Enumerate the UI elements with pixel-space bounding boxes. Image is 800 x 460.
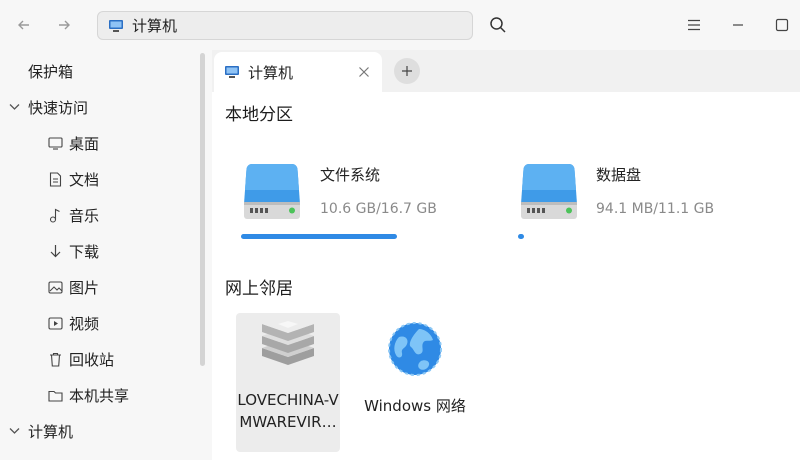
tab-close-button[interactable] <box>356 64 372 80</box>
network-item-server[interactable]: LOVECHINA-V MWAREVIR… <box>236 313 340 452</box>
network-item-label: MWAREVIR… <box>239 413 337 431</box>
address-bar[interactable]: 计算机 <box>97 11 473 40</box>
minimize-button[interactable] <box>726 13 750 37</box>
disk-usage-bar <box>241 234 487 239</box>
sidebar-group-label: 快速访问 <box>28 98 89 117</box>
sidebar-group-computer[interactable]: 计算机 <box>0 418 200 444</box>
disk-name: 文件系统 <box>320 166 381 184</box>
sidebar-item-label: 本机共享 <box>69 386 130 405</box>
document-icon <box>47 171 63 187</box>
sidebar-item-local-share[interactable]: 本机共享 <box>47 382 129 408</box>
disk-usage-bar <box>518 234 764 239</box>
sidebar-item-label: 保护箱 <box>28 62 74 81</box>
back-button[interactable] <box>12 13 36 37</box>
tab-computer[interactable]: 计算机 <box>214 52 382 92</box>
tab-bar: 计算机 <box>212 50 800 92</box>
computer-icon <box>109 19 123 32</box>
sidebar-item-music[interactable]: 音乐 <box>47 202 99 228</box>
video-icon <box>47 315 63 331</box>
menu-button[interactable] <box>682 13 706 37</box>
arrow-right-icon <box>59 20 70 30</box>
hard-drive-icon <box>521 164 577 219</box>
disk-size: 94.1 MB/11.1 GB <box>596 201 715 217</box>
network-item-windows[interactable]: Windows 网络 <box>362 319 468 417</box>
address-text: 计算机 <box>132 17 178 35</box>
plus-icon <box>402 66 412 76</box>
trash-icon <box>47 351 63 367</box>
sidebar-item-label: 回收站 <box>69 350 115 369</box>
sidebar-group-label: 计算机 <box>28 422 74 441</box>
sidebar-item-label: 文档 <box>69 170 100 189</box>
globe-icon <box>388 322 442 376</box>
forward-button[interactable] <box>52 13 76 37</box>
sidebar-item-label: 下载 <box>69 242 100 261</box>
section-title-local: 本地分区 <box>225 105 293 125</box>
close-icon <box>359 67 369 77</box>
sidebar-item-vault[interactable]: 保护箱 <box>28 58 73 84</box>
sidebar-item-trash[interactable]: 回收站 <box>47 346 114 372</box>
sidebar-item-documents[interactable]: 文档 <box>47 166 99 192</box>
disk-usage-fill <box>241 234 397 239</box>
hard-drive-icon <box>244 164 300 219</box>
disk-size: 10.6 GB/16.7 GB <box>320 201 437 217</box>
title-bar: 计算机 <box>0 0 800 50</box>
tab-label: 计算机 <box>248 63 294 82</box>
sidebar-item-downloads[interactable]: 下载 <box>47 238 99 264</box>
folder-icon <box>47 387 63 403</box>
add-tab-button[interactable] <box>394 58 420 84</box>
sidebar-item-label: 图片 <box>69 278 100 297</box>
menu-icon <box>688 19 700 31</box>
sidebar-item-label: 音乐 <box>69 206 100 225</box>
sidebar-item-label: 桌面 <box>69 134 100 153</box>
server-icon <box>262 319 314 365</box>
section-title-network: 网上邻居 <box>225 279 293 299</box>
desktop-icon <box>47 135 63 151</box>
network-item-label: LOVECHINA-V <box>237 391 339 409</box>
music-note-icon <box>47 207 63 223</box>
main-panel: 计算机 本地分区 文件系统 10.6 GB/16.7 GB 数据盘 94.1 M… <box>212 50 800 460</box>
search-button[interactable] <box>486 13 510 37</box>
disk-usage-fill <box>518 234 524 239</box>
sidebar-item-desktop[interactable]: 桌面 <box>47 130 99 156</box>
network-item-label: Windows 网络 <box>364 397 466 415</box>
chevron-down-icon <box>8 101 20 113</box>
computer-icon <box>225 66 239 78</box>
search-icon <box>490 17 506 33</box>
sidebar-group-quick-access[interactable]: 快速访问 <box>0 94 200 120</box>
picture-icon <box>47 279 63 295</box>
sidebar-item-label: 视频 <box>69 314 100 333</box>
arrow-left-icon <box>18 20 29 30</box>
sidebar-item-videos[interactable]: 视频 <box>47 310 99 336</box>
minimize-icon <box>733 24 743 26</box>
sidebar-item-pictures[interactable]: 图片 <box>47 274 99 300</box>
maximize-icon <box>775 18 789 32</box>
download-icon <box>47 243 63 259</box>
maximize-button[interactable] <box>770 13 794 37</box>
disk-name: 数据盘 <box>596 166 642 184</box>
chevron-down-icon <box>8 425 20 437</box>
sidebar-scrollbar[interactable] <box>200 53 205 366</box>
